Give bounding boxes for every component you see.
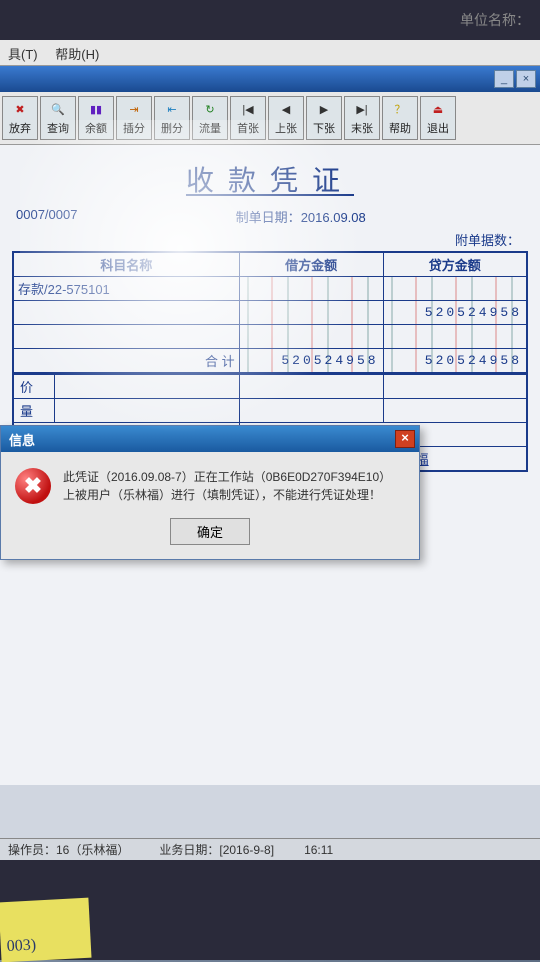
unit-name-label: 单位名称： [460, 10, 530, 30]
flow-icon: ↻ [200, 100, 220, 118]
menu-tools[interactable]: 具(T) [8, 47, 38, 62]
toolbar-label: 流量 [199, 120, 221, 136]
next-page-button[interactable]: ▶ 下张 [306, 96, 342, 140]
menu-help[interactable]: 帮助(H) [55, 47, 99, 62]
insert-split-icon: ⇥ [124, 100, 144, 118]
discard-button[interactable]: ✖ 放弃 [2, 96, 38, 140]
menu-bar: 具(T) 帮助(H) [0, 40, 540, 66]
toolbar-label: 下张 [313, 120, 335, 136]
voucher-document: 收款凭证 0007/0007 制单日期：2016.09.08 附单据数： 科目名… [0, 145, 540, 785]
voucher-date: 制单日期：2016.09.08 [236, 207, 366, 226]
window-close-button[interactable]: × [516, 70, 536, 88]
dialog-ok-button[interactable]: 确定 [170, 518, 250, 545]
status-operator: 操作员：16（乐林福） [8, 841, 129, 858]
help-button[interactable]: ？ 帮助 [382, 96, 418, 140]
minimize-button[interactable]: _ [494, 70, 514, 88]
toolbar-label: 查询 [47, 120, 69, 136]
status-bar: 操作员：16（乐林福） 业务日期：[2016-9-8] 16:11 [0, 838, 540, 860]
flow-button[interactable]: ↻ 流量 [192, 96, 228, 140]
table-row[interactable] [13, 325, 527, 349]
cell-debit [239, 301, 383, 325]
first-page-button[interactable]: |◀ 首张 [230, 96, 266, 140]
balance-button[interactable]: ▮▮ 余额 [78, 96, 114, 140]
title-bar: _ × [0, 66, 540, 92]
voucher-table: 科目名称 借方金额 贷方金额 存款/22-575101 520524958 合 计… [12, 251, 528, 374]
toolbar: ✖ 放弃 🔍 查询 ▮▮ 余额 ⇥ 插分 ⇤ 删分 ↻ 流量 |◀ 首张 ◀ 上张 ▶ 下张 ▶| 末张 ？ 帮助 ⏏ 退出 [0, 92, 540, 145]
discard-icon: ✖ [10, 100, 30, 118]
cell-debit [239, 277, 383, 301]
prev-page-icon: ◀ [276, 100, 296, 118]
cell-subject [13, 325, 239, 349]
cell-subject: 存款/22-575101 [13, 277, 239, 301]
toolbar-label: 删分 [161, 120, 183, 136]
balance-icon: ▮▮ [86, 100, 106, 118]
toolbar-label: 放弃 [9, 120, 31, 136]
toolbar-label: 帮助 [389, 120, 411, 136]
delete-split-icon: ⇤ [162, 100, 182, 118]
toolbar-label: 插分 [123, 120, 145, 136]
cell-credit [383, 277, 527, 301]
table-row[interactable]: 存款/22-575101 [13, 277, 527, 301]
status-biz-date: 业务日期：[2016-9-8] [159, 841, 274, 858]
col-debit: 借方金额 [239, 252, 383, 277]
sticky-note: 003) [0, 898, 92, 962]
voucher-sequence: 0007/0007 [16, 207, 77, 226]
toolbar-label: 上张 [275, 120, 297, 136]
col-subject: 科目名称 [13, 252, 239, 277]
help-icon: ？ [390, 100, 410, 118]
error-icon: ✖ [15, 468, 51, 504]
col-credit: 贷方金额 [383, 252, 527, 277]
row-qty-label: 量 [13, 399, 54, 423]
query-button[interactable]: 🔍 查询 [40, 96, 76, 140]
exit-button[interactable]: ⏏ 退出 [420, 96, 456, 140]
status-time: 16:11 [304, 843, 333, 857]
app-window: 具(T) 帮助(H) _ × ✖ 放弃 🔍 查询 ▮▮ 余额 ⇥ 插分 ⇤ 删分 ↻ 流量 |◀ 首张 ◀ 上… [0, 40, 540, 860]
dialog-message: 此凭证（2016.09.08-7）正在工作站（0B6E0D270F394E10）… [63, 468, 391, 504]
attachment-count-label: 附单据数： [12, 230, 528, 249]
toolbar-label: 末张 [351, 120, 373, 136]
voucher-title: 收款凭证 [12, 159, 528, 199]
cell-subject [13, 301, 239, 325]
cell-credit: 520524958 [383, 301, 527, 325]
total-debit: 520524958 [239, 349, 383, 374]
query-icon: 🔍 [48, 100, 68, 118]
last-page-button[interactable]: ▶| 末张 [344, 96, 380, 140]
row-price-label: 价 [13, 375, 54, 399]
cell-debit [239, 325, 383, 349]
toolbar-label: 首张 [237, 120, 259, 136]
exit-icon: ⏏ [428, 100, 448, 118]
dialog-close-button[interactable]: × [395, 430, 415, 448]
prev-page-button[interactable]: ◀ 上张 [268, 96, 304, 140]
dialog-title-text: 信息 [9, 430, 35, 449]
last-page-icon: ▶| [352, 100, 372, 118]
next-page-icon: ▶ [314, 100, 334, 118]
total-label: 合 计 [13, 349, 239, 374]
cell-credit [383, 325, 527, 349]
toolbar-label: 退出 [427, 120, 449, 136]
toolbar-label: 余额 [85, 120, 107, 136]
delete-split-button[interactable]: ⇤ 删分 [154, 96, 190, 140]
insert-split-button[interactable]: ⇥ 插分 [116, 96, 152, 140]
info-dialog: 信息 × ✖ 此凭证（2016.09.08-7）正在工作站（0B6E0D270F… [0, 425, 420, 560]
total-credit: 520524958 [383, 349, 527, 374]
table-row[interactable]: 520524958 [13, 301, 527, 325]
first-page-icon: |◀ [238, 100, 258, 118]
